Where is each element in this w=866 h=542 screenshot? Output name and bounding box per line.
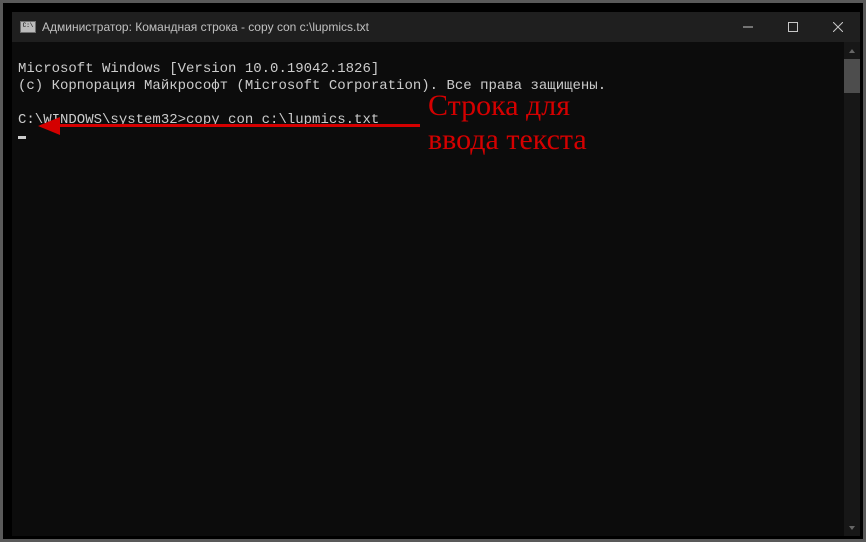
window-title: Администратор: Командная строка - copy c… bbox=[42, 20, 369, 34]
annotation-text-line1: Строка для bbox=[428, 90, 570, 122]
terminal-area[interactable]: Microsoft Windows [Version 10.0.19042.18… bbox=[12, 42, 860, 536]
maximize-button[interactable] bbox=[770, 12, 815, 42]
typed-command: copy con c:\lupmics.txt bbox=[186, 112, 379, 128]
close-icon bbox=[833, 22, 843, 32]
terminal-prompt-line: C:\WINDOWS\system32>copy con c:\lupmics.… bbox=[18, 112, 379, 145]
terminal-line: (c) Корпорация Майкрософт (Microsoft Cor… bbox=[18, 78, 606, 94]
annotation-text-line2: ввода текста bbox=[428, 124, 587, 156]
titlebar[interactable]: Администратор: Командная строка - copy c… bbox=[12, 12, 860, 42]
scroll-down-button[interactable] bbox=[844, 519, 860, 536]
cmd-window: Администратор: Командная строка - copy c… bbox=[12, 12, 860, 536]
window-controls bbox=[725, 12, 860, 42]
minimize-button[interactable] bbox=[725, 12, 770, 42]
vertical-scrollbar[interactable] bbox=[844, 42, 860, 536]
scroll-thumb[interactable] bbox=[844, 59, 860, 93]
maximize-icon bbox=[788, 22, 798, 32]
prompt-path: C:\WINDOWS\system32> bbox=[18, 112, 186, 128]
cmd-icon bbox=[20, 21, 36, 33]
terminal-line: Microsoft Windows [Version 10.0.19042.18… bbox=[18, 61, 379, 77]
close-button[interactable] bbox=[815, 12, 860, 42]
cursor bbox=[18, 136, 26, 139]
chevron-up-icon bbox=[848, 47, 856, 55]
screenshot-frame: Администратор: Командная строка - copy c… bbox=[0, 0, 866, 542]
minimize-icon bbox=[743, 22, 753, 32]
scroll-up-button[interactable] bbox=[844, 42, 860, 59]
chevron-down-icon bbox=[848, 524, 856, 532]
